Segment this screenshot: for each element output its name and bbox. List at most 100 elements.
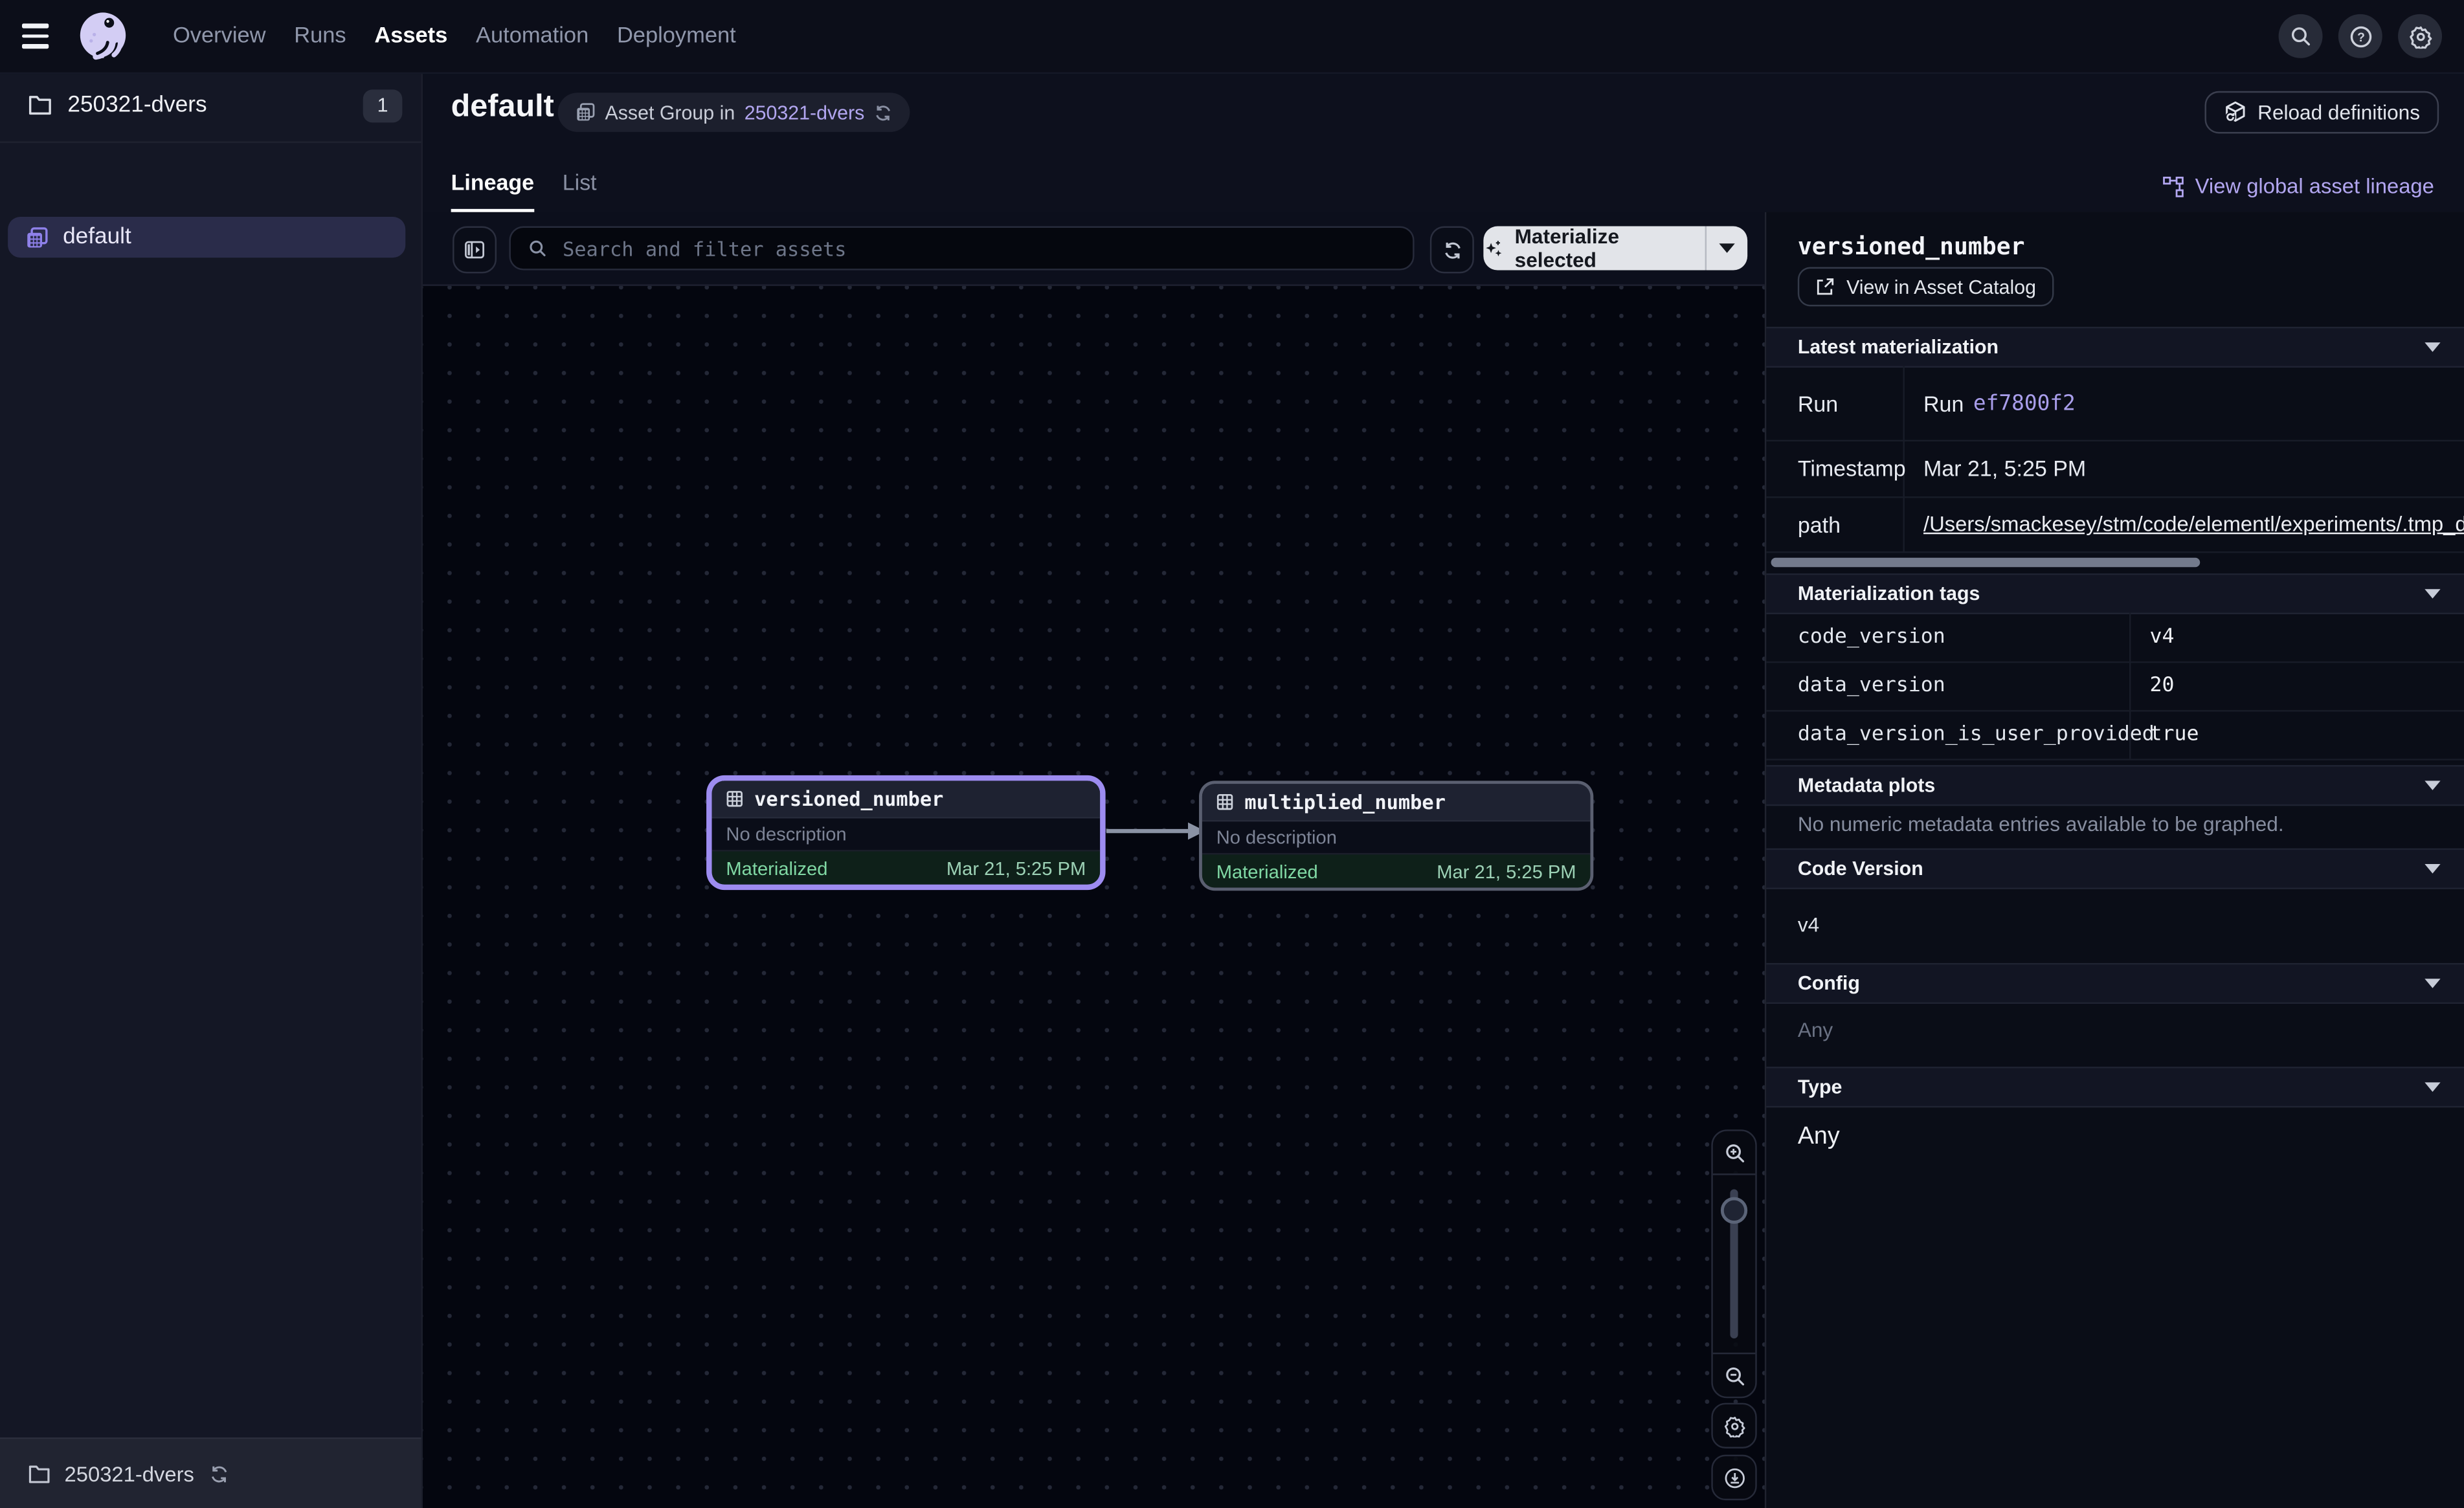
materialize-selected-main[interactable]: Materialize selected [1483,227,1705,271]
chevron-down-icon [2425,781,2440,790]
sidebar-group-count-badge: 1 [363,89,403,122]
help-button[interactable]: ? [2338,14,2382,58]
expand-sidebar-button[interactable] [453,227,497,274]
graph-settings-button[interactable] [1711,1403,1756,1448]
nav-right-actions: ? [2279,14,2442,58]
download-image-button[interactable] [1711,1455,1756,1500]
horizontal-scrollbar-thumb[interactable] [1771,558,2201,568]
gear-icon [1723,1415,1745,1437]
tag-row-data-version: data_version 20 [1766,661,2464,712]
row-label: Timestamp [1766,440,1905,496]
badge-prefix: Asset Group in [605,102,735,124]
sidebar-footer-location[interactable]: 250321-dvers [0,1437,421,1508]
sidebar-item-default[interactable]: default [8,217,405,258]
folder-icon [28,94,52,116]
settings-button[interactable] [2398,14,2442,58]
asset-node-versioned-number[interactable]: versioned_number No description Material… [712,781,1101,884]
section-label: Latest materialization [1798,336,2425,358]
asset-node-header: versioned_number [712,781,1101,818]
view-in-asset-catalog-label: View in Asset Catalog [1846,276,2036,298]
sync-icon[interactable] [874,103,893,122]
badge-group-link[interactable]: 250321-dvers [745,102,865,124]
zoom-in-button[interactable] [1713,1131,1756,1174]
chevron-down-icon [2425,342,2440,352]
section-latest-materialization[interactable]: Latest materialization [1766,327,2464,368]
search-icon [2290,25,2312,47]
view-in-asset-catalog-button[interactable]: View in Asset Catalog [1798,267,2054,307]
tag-value: true [2131,710,2464,759]
run-id-link[interactable]: ef7800f2 [1973,390,2076,416]
materialize-selected-button[interactable]: Materialize selected [1483,227,1747,271]
nav-item-assets[interactable]: Assets [374,23,447,49]
latest-row-run: Run Run ef7800f2 [1766,366,2464,442]
search-input[interactable] [559,235,1395,261]
section-materialization-tags[interactable]: Materialization tags [1766,573,2464,614]
asset-detail-panel: versioned_number View in Asset Catalog L… [1765,212,2464,1508]
table-copy-icon [575,102,596,123]
zoom-out-button[interactable] [1713,1354,1756,1397]
row-label: path [1766,496,1905,551]
lineage-graph-canvas[interactable]: versioned_number No description Material… [421,284,1765,1508]
sidebar-divider [0,141,421,142]
dagster-logo[interactable] [74,7,132,65]
tag-key: code_version [1766,613,2131,661]
section-type[interactable]: Type [1766,1067,2464,1107]
path-link[interactable]: /Users/smackesey/stm/code/elementl/exper… [1923,512,2464,535]
nav-item-automation[interactable]: Automation [476,23,588,49]
row-value: Run ef7800f2 [1905,366,2464,440]
sync-icon [1442,239,1462,260]
latest-row-timestamp: Timestamp Mar 21, 5:25 PM [1766,440,2464,498]
zoom-controls [1711,1129,1756,1398]
reload-definitions-button[interactable]: Reload definitions [2204,91,2439,134]
asset-node-multiplied-number[interactable]: multiplied_number No description Materia… [1202,784,1591,887]
asset-node-name: versioned_number [754,787,943,810]
section-label: Config [1798,972,2425,994]
tab-lineage[interactable]: Lineage [451,170,534,212]
sync-icon[interactable] [208,1463,229,1484]
reload-definitions-label: Reload definitions [2257,100,2420,124]
gear-icon [2408,25,2432,48]
asset-group-icon [25,225,49,249]
hamburger-menu-icon[interactable] [22,21,60,52]
nav-item-deployment[interactable]: Deployment [617,23,736,49]
sidebar-footer-label: 250321-dvers [65,1462,194,1485]
zoom-slider-thumb[interactable] [1720,1197,1747,1224]
view-global-asset-lineage-label: View global asset lineage [2195,174,2434,197]
materialized-status: Materialized [726,857,827,879]
materialized-status: Materialized [1216,860,1318,882]
section-config[interactable]: Config [1766,963,2464,1004]
asset-detail-title: versioned_number [1798,232,2025,261]
row-value: Mar 21, 5:25 PM [1905,440,2464,496]
view-tabs: Lineage List [451,170,597,212]
zoom-slider[interactable] [1713,1173,1756,1354]
asset-node-status-bar: Materialized Mar 21, 5:25 PM [1202,854,1591,887]
metadata-plots-empty-note: No numeric metadata entries available to… [1798,812,2284,836]
search-button[interactable] [2279,14,2323,58]
tab-list[interactable]: List [563,170,597,212]
chevron-down-icon [1719,243,1734,253]
view-global-asset-lineage-link[interactable]: View global asset lineage [2162,174,2434,197]
page-title: default [451,89,554,126]
type-value: Any [1798,1124,1840,1152]
asset-node-description: No description [712,819,1101,852]
sidebar-group-row[interactable]: 250321-dvers 1 [0,72,421,139]
asset-node-name: multiplied_number [1244,790,1446,814]
section-code-version[interactable]: Code Version [1766,848,2464,889]
tag-row-code-version: code_version v4 [1766,613,2464,663]
section-metadata-plots[interactable]: Metadata plots [1766,765,2464,806]
asset-search-box [509,227,1414,271]
asset-groups-sidebar: 250321-dvers 1 default 250321-dvers [0,72,423,1508]
zoom-in-icon [1723,1141,1745,1163]
refresh-graph-button[interactable] [1430,227,1474,274]
materialized-timestamp: Mar 21, 5:25 PM [946,857,1086,879]
nav-item-overview[interactable]: Overview [173,23,266,49]
download-icon [1723,1467,1745,1489]
reload-definitions-icon [2223,100,2246,124]
svg-text:?: ? [2357,30,2364,44]
nav-item-runs[interactable]: Runs [294,23,346,49]
help-icon: ? [2349,25,2372,48]
external-link-icon [1815,276,1836,297]
run-prefix: Run [1923,390,1964,416]
materialize-dropdown-toggle[interactable] [1705,227,1748,271]
tag-key: data_version_is_user_provided [1766,710,2131,759]
